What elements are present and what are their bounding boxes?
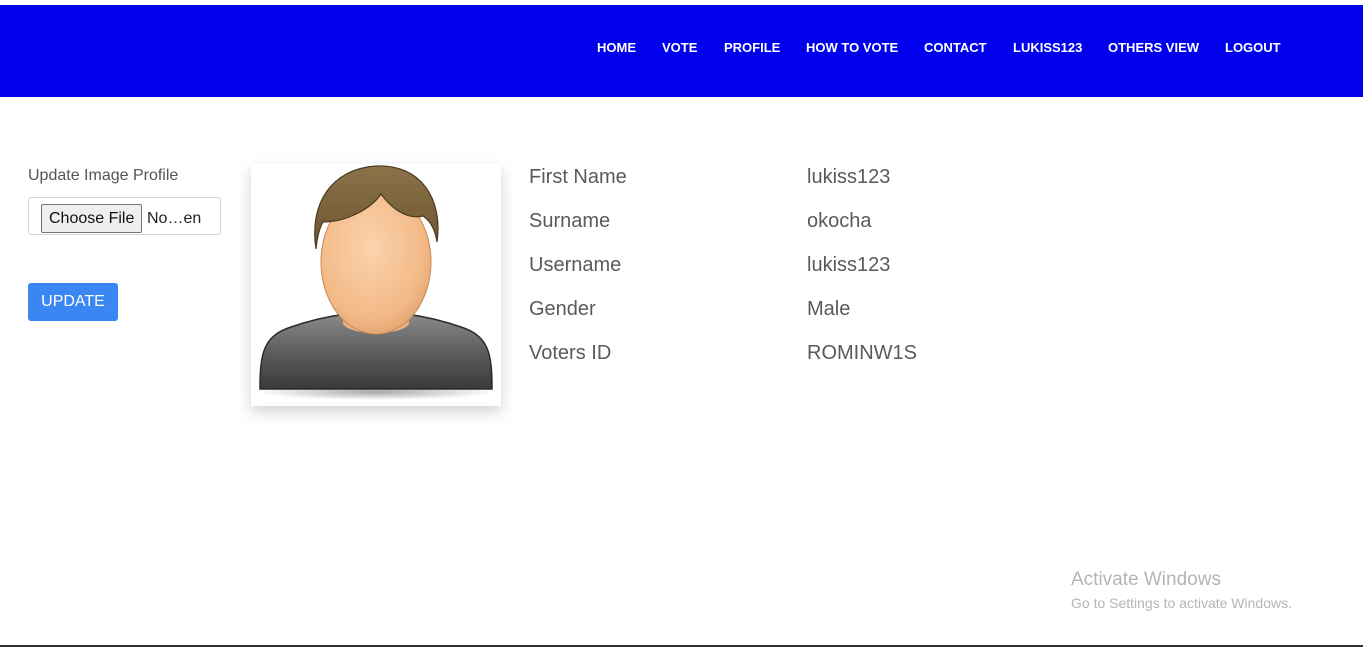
surname-value: okocha — [807, 210, 872, 232]
file-input[interactable]: Choose File No…en — [28, 197, 221, 235]
user-avatar-icon — [256, 165, 496, 400]
first-name-value: lukiss123 — [807, 166, 891, 188]
nav-contact[interactable]: CONTACT — [924, 40, 987, 55]
activate-windows-subtitle: Go to Settings to activate Windows. — [1071, 595, 1292, 611]
nav-profile[interactable]: PROFILE — [724, 40, 780, 55]
surname-label: Surname — [529, 210, 611, 232]
nav-username[interactable]: LUKISS123 — [1013, 40, 1082, 55]
username-value: lukiss123 — [807, 254, 891, 276]
choose-file-button[interactable]: Choose File — [41, 204, 143, 233]
username-label: Username — [529, 254, 622, 276]
nav-home[interactable]: HOME — [597, 40, 636, 55]
nav-vote[interactable]: VOTE — [662, 40, 697, 55]
activate-windows-title: Activate Windows — [1071, 569, 1221, 590]
nav-how-to-vote[interactable]: HOW TO VOTE — [806, 40, 898, 55]
first-name-label: First Name — [529, 166, 627, 188]
nav-others-view[interactable]: OTHERS VIEW — [1108, 40, 1199, 55]
top-navbar: HOME VOTE PROFILE HOW TO VOTE CONTACT LU… — [0, 5, 1363, 97]
update-image-label: Update Image Profile — [28, 167, 179, 184]
update-button[interactable]: UPDATE — [28, 283, 118, 321]
profile-picture — [251, 164, 501, 406]
voters-id-value: ROMINW1S — [807, 342, 917, 364]
gender-label: Gender — [529, 298, 596, 320]
gender-value: Male — [807, 298, 851, 320]
voters-id-label: Voters ID — [529, 342, 612, 364]
file-status-text: No…en — [147, 210, 202, 227]
nav-logout[interactable]: LOGOUT — [1225, 40, 1281, 55]
